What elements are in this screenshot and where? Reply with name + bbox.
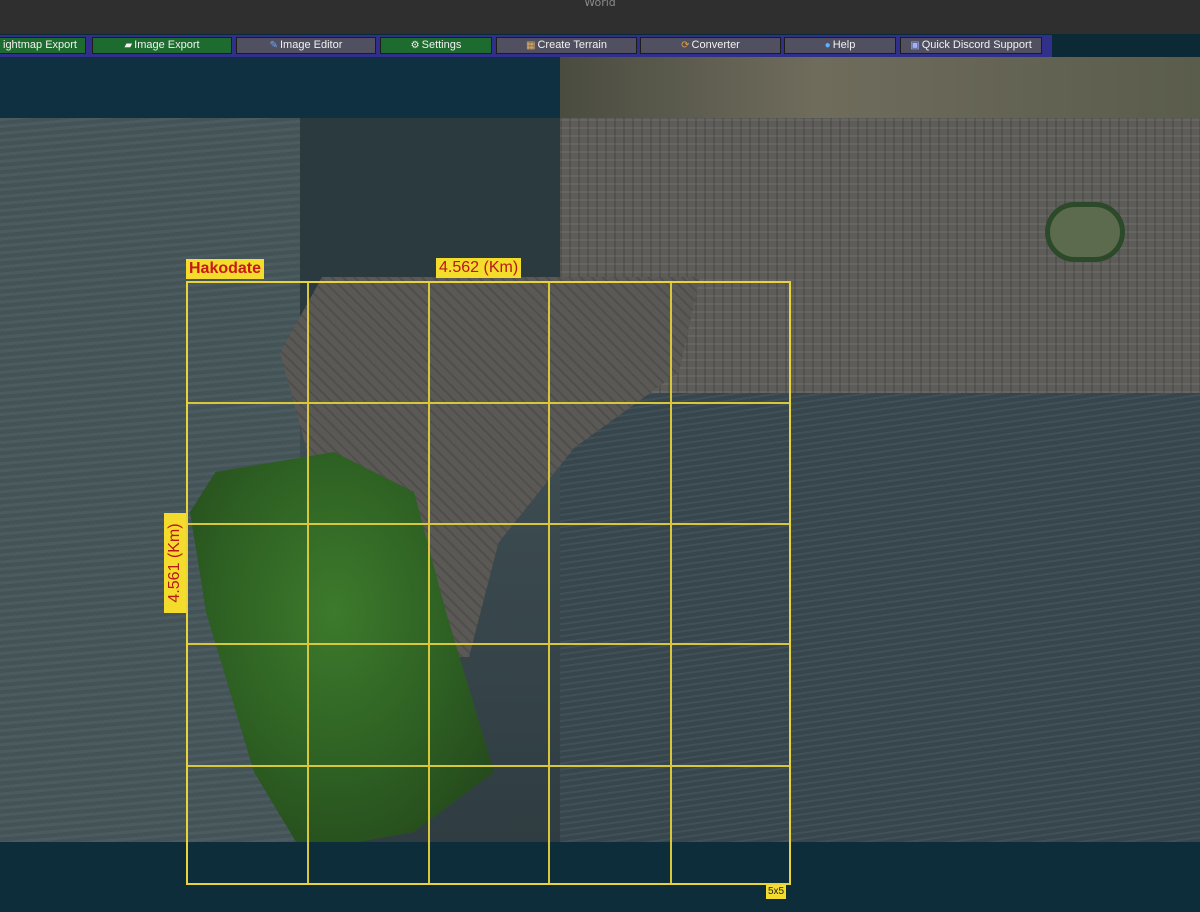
heightmap-export-label: ightmap Export: [3, 39, 77, 51]
area-name-label: Hakodate: [186, 259, 265, 279]
create-terrain-button[interactable]: ▦ Create Terrain: [496, 37, 637, 54]
converter-button[interactable]: ⟳ Converter: [640, 37, 781, 54]
window-title: World: [584, 0, 616, 9]
image-editor-button[interactable]: ✎ Image Editor: [236, 37, 376, 54]
grid-line: [188, 402, 789, 404]
terrain-icon: ▦: [526, 40, 536, 51]
converter-label: Converter: [691, 39, 740, 51]
area-width-label: 4.562 (Km): [436, 258, 522, 278]
help-label: Help: [832, 39, 856, 51]
grid-size-label: 5x5: [766, 885, 787, 899]
create-terrain-label: Create Terrain: [537, 39, 607, 51]
grid-line: [188, 765, 789, 767]
main-toolbar: ightmap Export ▰ Image Export ✎ Image Edit…: [0, 35, 1052, 57]
heightmap-export-button[interactable]: ightmap Export: [0, 37, 86, 54]
converter-icon: ⟳: [681, 40, 690, 51]
settings-label: Settings: [421, 39, 462, 51]
grid-line: [548, 283, 550, 883]
help-icon: ●: [824, 40, 831, 51]
image-export-button[interactable]: ▰ Image Export: [92, 37, 232, 54]
race-track: [1045, 202, 1125, 262]
area-height-label: 4.561 (Km): [164, 513, 186, 613]
grid-line: [428, 283, 430, 883]
grid-line: [670, 283, 672, 883]
window-title-bar: World: [0, 0, 1200, 34]
grid-line: [188, 643, 789, 645]
satellite-map-view[interactable]: Hakodate 4.562 (Km) 4.561 (Km) 5x5: [0, 57, 1200, 912]
quick-discord-support-label: Quick Discord Support: [921, 39, 1032, 51]
map-tile-land: [560, 57, 1200, 118]
discord-icon: ▣: [910, 40, 920, 51]
settings-button[interactable]: ⚙ Settings: [380, 37, 492, 54]
image-editor-label: Image Editor: [280, 39, 343, 51]
grid-line: [188, 523, 789, 525]
image-export-label: Image Export: [134, 39, 200, 51]
area-height-text: 4.561 (Km): [166, 523, 183, 603]
selection-grid[interactable]: [186, 281, 791, 885]
help-button[interactable]: ● Help: [784, 37, 896, 54]
landscape-icon: ▰: [124, 40, 133, 51]
quick-discord-support-button[interactable]: ▣ Quick Discord Support: [900, 37, 1042, 54]
gear-icon: ⚙: [410, 40, 420, 51]
grid-line: [307, 283, 309, 883]
pencil-icon: ✎: [269, 40, 278, 51]
